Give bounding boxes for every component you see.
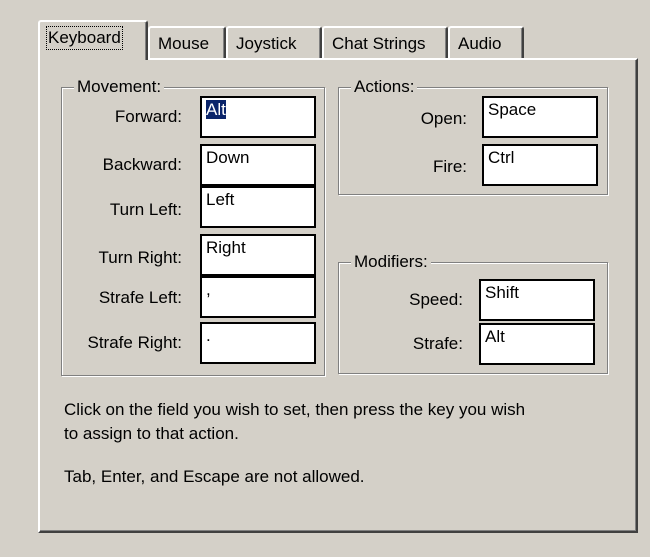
tab-keyboard[interactable]: Keyboard — [38, 20, 148, 60]
open-key-field[interactable]: Space — [482, 96, 598, 138]
forward-key-field[interactable]: Alt — [200, 96, 316, 138]
tab-audio-label: Audio — [458, 34, 502, 53]
forward-key-value: Alt — [206, 100, 226, 119]
speed-label: Speed: — [409, 290, 463, 309]
turn-right-label: Turn Right: — [98, 248, 182, 267]
tab-audio[interactable]: Audio — [448, 26, 524, 60]
keyboard-tab-panel: Movement: Forward: Alt Backward: Down Tu… — [38, 58, 638, 533]
tab-joystick-label: Joystick — [236, 34, 297, 53]
tab-chat-strings-label: Chat Strings — [332, 34, 426, 53]
tab-joystick[interactable]: Joystick — [226, 26, 322, 60]
turn-left-key-field[interactable]: Left — [200, 186, 316, 228]
modifiers-group: Modifiers: Speed: Shift Strafe: Alt — [338, 252, 608, 374]
strafe-right-label: Strafe Right: — [87, 333, 183, 352]
fire-key-field[interactable]: Ctrl — [482, 144, 598, 186]
strafe-left-label: Strafe Left: — [98, 288, 182, 307]
tab-mouse-label: Mouse — [158, 34, 210, 53]
modifiers-group-title: Modifiers: — [351, 252, 431, 272]
help-text-line-1: Click on the field you wish to set, then… — [64, 400, 526, 419]
tab-mouse[interactable]: Mouse — [148, 26, 226, 60]
fire-label: Fire: — [433, 157, 467, 176]
backward-key-field[interactable]: Down — [200, 144, 316, 186]
strafe-modifier-key-field[interactable]: Alt — [479, 323, 595, 365]
forward-label: Forward: — [114, 107, 182, 126]
strafe-modifier-label: Strafe: — [412, 334, 463, 353]
backward-label: Backward: — [102, 155, 182, 174]
actions-group: Actions: Open: Space Fire: Ctrl — [338, 77, 608, 195]
help-text-line-2: to assign to that action. — [64, 424, 239, 443]
tab-keyboard-label: Keyboard — [46, 26, 123, 50]
help-text-restriction: Tab, Enter, and Escape are not allowed. — [64, 467, 365, 486]
turn-right-key-field[interactable]: Right — [200, 234, 316, 276]
speed-key-field[interactable]: Shift — [479, 279, 595, 321]
strafe-right-key-field[interactable]: . — [200, 322, 316, 364]
turn-left-label: Turn Left: — [109, 200, 182, 219]
movement-group-title: Movement: — [74, 77, 165, 97]
strafe-left-key-field[interactable]: , — [200, 276, 316, 318]
tab-chat-strings[interactable]: Chat Strings — [322, 26, 448, 60]
actions-group-title: Actions: — [351, 77, 418, 97]
movement-group: Movement: Forward: Alt Backward: Down Tu… — [61, 77, 325, 376]
open-label: Open: — [420, 109, 467, 128]
